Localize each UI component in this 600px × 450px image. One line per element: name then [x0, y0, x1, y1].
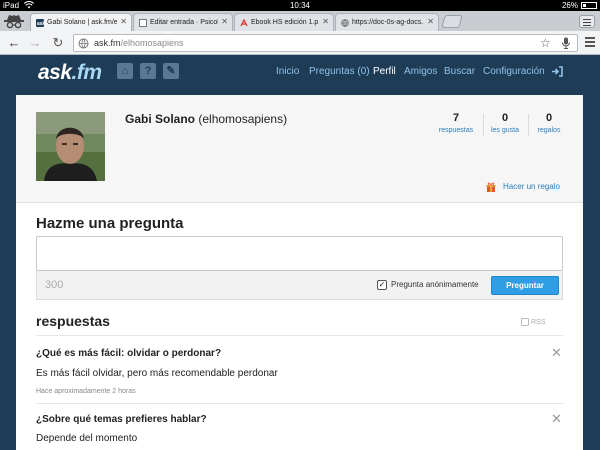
ask-controls: 300 ✓ Pregunta anónimamente Preguntar — [36, 271, 563, 300]
tab-close-icon[interactable]: ✕ — [427, 17, 434, 26]
nav-inicio[interactable]: Inicio — [276, 66, 299, 78]
profile-header: Gabi Solano (elhomosapiens) 7 respuestas… — [16, 95, 583, 203]
askfm-logo[interactable]: ask.fm — [38, 61, 102, 85]
stat-value: 0 — [501, 112, 509, 124]
nav-buscar[interactable]: Buscar — [444, 66, 475, 78]
page-favicon-icon — [139, 19, 147, 27]
tab-close-icon[interactable]: ✕ — [322, 17, 329, 26]
avatar[interactable] — [36, 112, 105, 181]
divider — [36, 335, 563, 336]
stat-divider — [528, 114, 529, 136]
stat-regalos[interactable]: 0 regalos — [530, 112, 568, 136]
tab-title: Gabi Solano | ask.fm/e — [47, 19, 117, 26]
stat-les-gusta[interactable]: 0 les gusta — [485, 112, 525, 136]
logo-main: ask — [38, 61, 72, 84]
divider — [36, 403, 563, 404]
tab-title: Ebook HS edición 1.p — [251, 19, 319, 26]
answer-text: Es más fácil olvidar, pero más recomenda… — [36, 368, 278, 379]
ask-button[interactable]: Preguntar — [491, 276, 559, 295]
stat-label: respuestas — [438, 127, 474, 134]
answer-text: Depende del momento — [36, 433, 138, 444]
close-icon[interactable]: ✕ — [551, 346, 562, 359]
tab-close-icon[interactable]: ✕ — [120, 17, 127, 26]
pdf-icon — [240, 19, 248, 27]
url-host: ask.fm — [94, 38, 121, 48]
address-bar[interactable]: ask.fm/elhomosapiens ☆ — [73, 34, 578, 52]
url-text: ask.fm/elhomosapiens — [94, 38, 184, 49]
stat-value: 7 — [452, 112, 460, 124]
bookmark-star-icon[interactable]: ☆ — [540, 36, 551, 50]
clock: 10:34 — [289, 1, 311, 10]
battery-percent: 26% — [561, 1, 578, 10]
tab-ebook[interactable]: Ebook HS edición 1.p ✕ — [234, 13, 334, 31]
pencil-icon[interactable]: ✎ — [163, 63, 179, 79]
page-favicon-icon — [341, 19, 349, 27]
globe-icon — [78, 38, 89, 49]
logo-suffix: .fm — [71, 61, 103, 84]
anonymous-label[interactable]: Pregunta anónimamente — [391, 280, 479, 290]
microphone-icon[interactable] — [561, 37, 571, 49]
answers-heading: respuestas — [36, 313, 110, 329]
tab-askfm[interactable]: ask Gabi Solano | ask.fm/e ✕ — [30, 13, 132, 31]
new-tab-button[interactable] — [441, 15, 463, 28]
stat-value: 0 — [545, 112, 553, 124]
browser-toolbar: ← → ↻ ask.fm/elhomosapiens ☆ — [0, 31, 600, 55]
reload-icon[interactable]: ↻ — [50, 35, 66, 51]
incognito-icon — [4, 15, 24, 29]
tab-title: https://doc-0s-ag-docs. — [352, 19, 424, 26]
display-name: Gabi Solano — [125, 112, 196, 126]
avatar-photo — [36, 112, 105, 181]
tab-google-docs[interactable]: https://doc-0s-ag-docs. ✕ — [335, 13, 439, 31]
site-header: ask.fm ⌂ ? ✎ Inicio Preguntas (0) Perfil… — [0, 56, 600, 90]
tab-strip: ask Gabi Solano | ask.fm/e ✕ Editar entr… — [0, 11, 600, 31]
tab-title: Editar entrada · Psicol — [150, 19, 218, 26]
home-icon[interactable]: ⌂ — [117, 63, 133, 79]
askfm-favicon-icon: ask — [36, 19, 44, 27]
status-bar: iPad 10:34 26% — [0, 0, 600, 11]
close-icon[interactable]: ✕ — [551, 412, 562, 425]
stat-respuestas[interactable]: 7 respuestas — [432, 112, 480, 136]
ask-heading: Hazme una pregunta — [36, 215, 184, 232]
stat-label: les gusta — [490, 127, 520, 134]
stat-divider — [483, 114, 484, 136]
tab-switcher-button[interactable] — [579, 15, 595, 28]
nav-configuracion[interactable]: Configuración — [483, 66, 545, 78]
tab-editar-entrada[interactable]: Editar entrada · Psicol ✕ — [133, 13, 233, 31]
profile-name: Gabi Solano (elhomosapiens) — [125, 112, 287, 126]
forward-icon[interactable]: → — [27, 35, 43, 51]
chrome-menu-icon[interactable] — [585, 37, 595, 49]
logout-icon[interactable] — [551, 66, 563, 77]
gift-icon[interactable] — [486, 182, 496, 192]
nav-perfil[interactable]: Perfil — [373, 66, 396, 78]
question-title[interactable]: ¿Sobre qué temas prefieres hablar? — [36, 414, 207, 426]
url-path: /elhomosapiens — [120, 38, 184, 48]
svg-text:ask: ask — [37, 21, 44, 27]
question-textarea[interactable] — [36, 236, 563, 271]
rss-icon[interactable] — [521, 318, 529, 326]
battery-icon — [581, 2, 597, 9]
back-icon[interactable]: ← — [6, 35, 22, 51]
send-gift-link[interactable]: Hacer un regalo — [503, 182, 560, 192]
char-counter: 300 — [45, 279, 64, 291]
nav-preguntas[interactable]: Preguntas (0) — [309, 66, 370, 78]
answer-timestamp[interactable]: Hace aproximadamente 2 horas — [36, 387, 136, 396]
tab-close-icon[interactable]: ✕ — [221, 17, 228, 26]
nav-amigos[interactable]: Amigos — [404, 66, 437, 78]
question-title[interactable]: ¿Qué es más fácil: olvidar o perdonar? — [36, 348, 221, 360]
help-icon[interactable]: ? — [140, 63, 156, 79]
username: (elhomosapiens) — [198, 112, 288, 126]
rss-link[interactable]: RSS — [531, 318, 545, 327]
main-content: Gabi Solano (elhomosapiens) 7 respuestas… — [16, 95, 583, 450]
stat-label: regalos — [537, 127, 561, 134]
anonymous-checkbox[interactable]: ✓ — [377, 280, 387, 290]
